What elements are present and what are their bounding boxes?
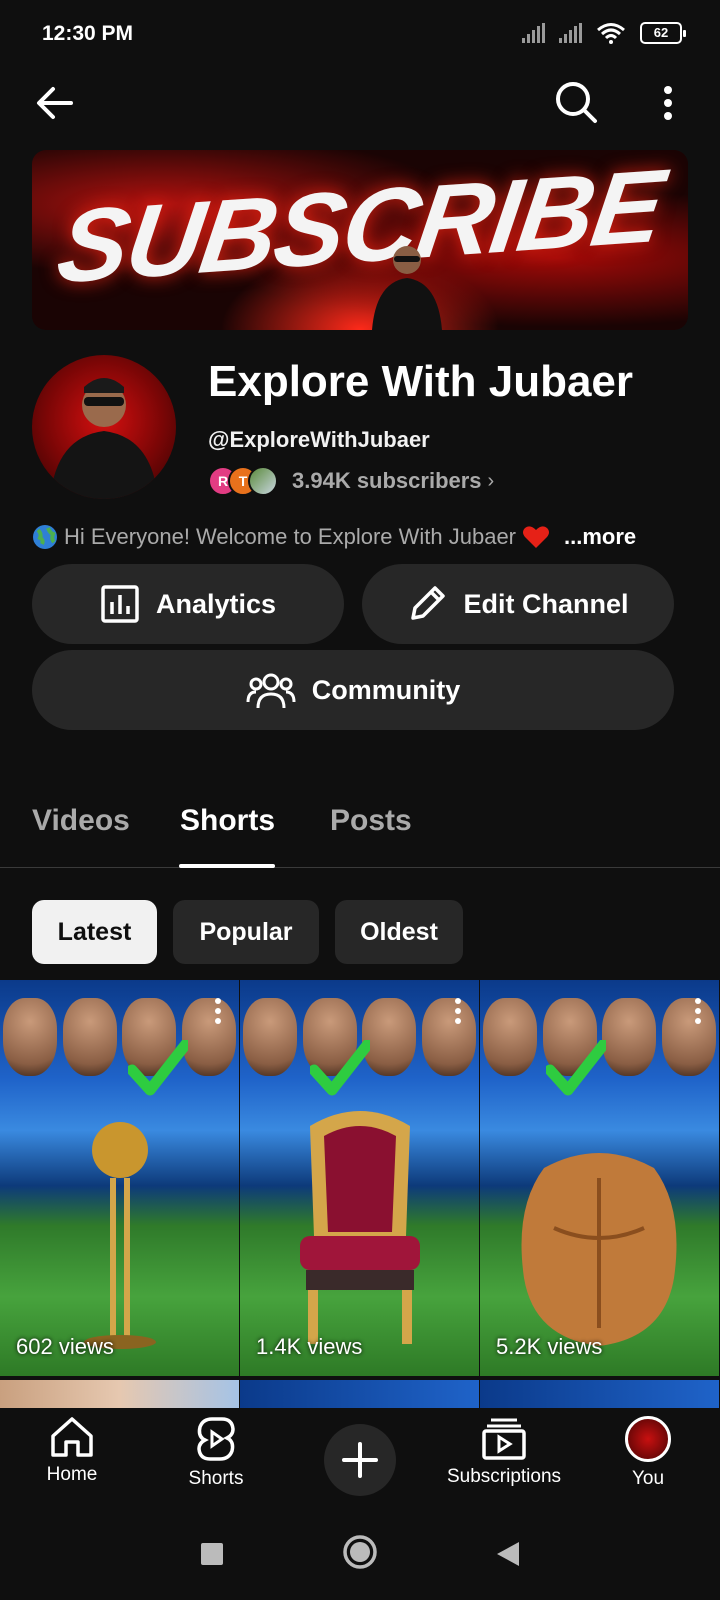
recents-button[interactable] bbox=[190, 1532, 234, 1576]
status-time: 12:30 PM bbox=[42, 22, 134, 45]
shorts-icon bbox=[197, 1417, 235, 1461]
more-vertical-icon[interactable] bbox=[455, 998, 461, 1028]
back-system-button[interactable] bbox=[486, 1532, 530, 1576]
nav-you[interactable]: You bbox=[578, 1416, 718, 1490]
battery-icon: 62 bbox=[640, 22, 686, 44]
nav-home-label: Home bbox=[46, 1464, 98, 1485]
banner-title: SUBSCRIBE bbox=[50, 150, 670, 306]
shorts-next-row bbox=[0, 1380, 720, 1408]
search-icon bbox=[556, 82, 597, 123]
tab-videos[interactable]: Videos bbox=[32, 804, 130, 838]
chevron-right-icon: › bbox=[487, 469, 495, 492]
nav-you-label: You bbox=[631, 1468, 665, 1489]
analytics-label: Analytics bbox=[155, 588, 277, 619]
throne-image bbox=[300, 1111, 420, 1344]
short-thumbnail[interactable] bbox=[0, 1380, 239, 1408]
tab-posts[interactable]: Posts bbox=[330, 804, 412, 838]
nav-subscriptions-label: Subscriptions bbox=[446, 1466, 562, 1487]
community-label: Community bbox=[311, 674, 461, 705]
status-bar: 12:30 PM 62 bbox=[0, 0, 720, 70]
people-icon bbox=[246, 673, 296, 709]
chip-oldest[interactable]: Oldest bbox=[335, 900, 463, 964]
analytics-icon bbox=[101, 585, 139, 623]
trophy-image bbox=[84, 1122, 156, 1349]
channel-avatar[interactable] bbox=[32, 355, 176, 499]
checkmark-icon bbox=[546, 1040, 606, 1096]
more-options-button[interactable] bbox=[648, 78, 688, 128]
channel-banner: SUBSCRIBE bbox=[32, 150, 688, 330]
faces-row bbox=[0, 998, 239, 1078]
subscriptions-icon bbox=[482, 1418, 526, 1460]
avatar bbox=[625, 1416, 671, 1462]
channel-handle: @ExploreWithJubaer bbox=[208, 427, 430, 452]
channel-tabs: Videos Shorts Posts bbox=[0, 780, 720, 868]
analytics-button[interactable]: Analytics bbox=[32, 564, 344, 644]
active-tab-indicator bbox=[179, 864, 275, 868]
view-count: 602 views bbox=[16, 1334, 114, 1359]
more-link[interactable]: ...more bbox=[564, 524, 636, 550]
subscriber-count: 3.94K subscribers bbox=[292, 468, 482, 493]
more-vertical-icon bbox=[664, 86, 672, 120]
heart-icon bbox=[523, 526, 549, 548]
signal-icon bbox=[522, 23, 545, 43]
avatar-person-image bbox=[50, 378, 158, 499]
short-thumbnail[interactable]: 5.2K views bbox=[480, 980, 719, 1376]
edit-channel-button[interactable]: Edit Channel bbox=[362, 564, 674, 644]
shorts-grid: 602 views 1.4K views 5.2K views bbox=[0, 980, 720, 1380]
short-thumbnail[interactable] bbox=[240, 1380, 479, 1408]
home-icon bbox=[51, 1417, 93, 1457]
home-system-button[interactable] bbox=[338, 1530, 382, 1574]
bottom-navigation: Home Shorts Subscriptions You bbox=[0, 1408, 720, 1512]
pencil-icon bbox=[411, 586, 446, 620]
subscriber-avatar bbox=[248, 466, 278, 496]
plus-icon bbox=[342, 1442, 378, 1478]
checkmark-icon bbox=[128, 1040, 188, 1096]
short-thumbnail[interactable]: 1.4K views bbox=[240, 980, 479, 1376]
signal-icon bbox=[559, 23, 582, 43]
checkmark-icon bbox=[310, 1040, 370, 1096]
community-button[interactable]: Community bbox=[32, 650, 674, 730]
globe-icon bbox=[33, 525, 57, 549]
arrow-left-icon bbox=[37, 87, 73, 119]
chip-latest[interactable]: Latest bbox=[32, 900, 157, 964]
view-count: 1.4K views bbox=[256, 1334, 363, 1359]
subscribers-row[interactable]: R T 3.94K subscribers › bbox=[208, 464, 494, 498]
wifi-icon bbox=[597, 23, 625, 44]
nav-subscriptions[interactable]: Subscriptions bbox=[434, 1416, 574, 1488]
tab-shorts[interactable]: Shorts bbox=[180, 804, 275, 838]
back-button[interactable] bbox=[30, 78, 80, 128]
square-icon bbox=[201, 1543, 223, 1565]
status-icons: 62 bbox=[522, 22, 686, 44]
more-vertical-icon[interactable] bbox=[215, 998, 221, 1028]
system-navigation-bar bbox=[0, 1512, 720, 1600]
view-count: 5.2K views bbox=[496, 1334, 603, 1359]
channel-name: Explore With Jubaer bbox=[208, 357, 634, 406]
short-thumbnail[interactable]: 602 views bbox=[0, 980, 239, 1376]
more-vertical-icon[interactable] bbox=[695, 998, 701, 1028]
create-button[interactable] bbox=[324, 1424, 396, 1496]
description-text: Hi Everyone! Welcome to Explore With Jub… bbox=[64, 524, 516, 549]
banner-person-image bbox=[372, 246, 442, 330]
search-button[interactable] bbox=[550, 76, 602, 128]
edit-channel-label: Edit Channel bbox=[463, 588, 629, 619]
muscle-body-image bbox=[521, 1153, 677, 1346]
nav-shorts[interactable]: Shorts bbox=[146, 1416, 286, 1490]
top-bar bbox=[0, 72, 720, 132]
channel-description[interactable]: Hi Everyone! Welcome to Explore With Jub… bbox=[32, 524, 636, 550]
nav-shorts-label: Shorts bbox=[188, 1468, 244, 1489]
triangle-back-icon bbox=[497, 1542, 519, 1566]
circle-icon bbox=[343, 1535, 377, 1569]
short-thumbnail[interactable] bbox=[480, 1380, 719, 1408]
nav-home[interactable]: Home bbox=[2, 1416, 142, 1486]
chip-popular[interactable]: Popular bbox=[173, 900, 319, 964]
